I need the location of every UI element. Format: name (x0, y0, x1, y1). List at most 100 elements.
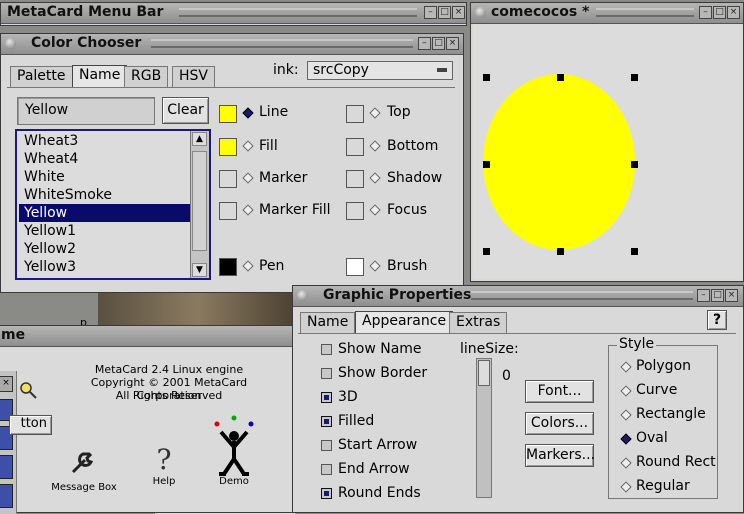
scroll-down-icon[interactable]: ▼ (192, 263, 207, 277)
graphic-properties-titlebar[interactable]: Graphic Properties – □ × (293, 286, 743, 307)
list-item[interactable]: Wheat3 (19, 132, 196, 150)
3d-checkbox[interactable] (321, 392, 332, 403)
magnifier-icon[interactable] (19, 381, 37, 399)
show-border-checkbox[interactable] (321, 368, 332, 379)
tab-name[interactable]: Name (72, 65, 128, 87)
show-name-label: Show Name (338, 341, 422, 357)
linesize-slider-thumb[interactable] (478, 360, 490, 386)
window-menu-icon[interactable] (5, 38, 16, 49)
window-menu-icon[interactable] (297, 290, 308, 301)
help-button[interactable]: ? Help (144, 444, 184, 494)
round-ends-label: Round Ends (338, 485, 421, 501)
bottom-color-swatch[interactable] (346, 138, 364, 156)
end-arrow-checkbox[interactable] (321, 464, 332, 475)
window-menu-icon[interactable] (475, 7, 486, 18)
comecocos-titlebar[interactable]: comecocos * – □ × (471, 3, 743, 24)
markers-button[interactable]: Markers... (525, 444, 595, 467)
about-title: me (1, 327, 26, 343)
close-icon[interactable]: × (725, 289, 738, 302)
graphic-properties-tabs: Name Appearance Extras (300, 311, 520, 334)
tab-hsv[interactable]: HSV (172, 66, 215, 87)
curve-label: Curve (636, 382, 678, 398)
list-item[interactable]: WhiteSmoke (19, 186, 196, 204)
tab-name[interactable]: Name (300, 312, 356, 333)
selection-handle[interactable] (483, 74, 490, 81)
color-chooser-titlebar[interactable]: Color Chooser – □ × (1, 34, 463, 55)
menu-bar-titlebar[interactable]: MetaCard Menu Bar – □ × (1, 3, 466, 24)
close-icon[interactable]: × (446, 37, 459, 50)
brush-color-swatch[interactable] (346, 258, 364, 276)
selection-handle[interactable] (631, 161, 638, 168)
tab-rgb[interactable]: RGB (124, 66, 169, 87)
color-chooser-title: Color Chooser (31, 35, 142, 51)
color-name-field[interactable]: Yellow (17, 97, 155, 125)
filled-checkbox[interactable] (321, 416, 332, 427)
start-arrow-checkbox[interactable] (321, 440, 332, 451)
about-titlebar[interactable]: me (0, 326, 293, 347)
list-item[interactable]: Yellow2 (19, 240, 196, 258)
color-list[interactable]: Wheat3 Wheat4 White WhiteSmoke Yellow Ye… (15, 129, 211, 280)
minimize-icon[interactable]: – (418, 37, 431, 50)
scroll-up-icon[interactable]: ▲ (192, 132, 207, 146)
selection-handle[interactable] (483, 161, 490, 168)
list-item[interactable]: Wheat4 (19, 150, 196, 168)
color-chooser-window: Color Chooser – □ × Palette Name RGB HSV… (0, 33, 464, 293)
selection-handle[interactable] (483, 248, 490, 255)
tab-extras[interactable]: Extras (449, 312, 508, 333)
demo-button[interactable]: Demo (204, 414, 264, 494)
pen-color-swatch[interactable] (219, 258, 237, 276)
close-icon[interactable]: × (0, 376, 13, 392)
close-icon[interactable]: × (452, 6, 465, 19)
marker-fill-color-swatch[interactable] (219, 202, 237, 220)
minimize-icon[interactable]: – (424, 6, 437, 19)
linesize-value: 0 (502, 368, 511, 384)
maximize-icon[interactable]: □ (713, 6, 726, 19)
ink-select[interactable]: srcCopy (307, 61, 453, 80)
top-color-swatch[interactable] (346, 105, 364, 123)
color-name-value: Yellow (25, 102, 69, 118)
tab-appearance[interactable]: Appearance (355, 311, 454, 333)
scroll-thumb[interactable] (192, 151, 207, 251)
top-label: Top (387, 104, 411, 120)
message-box-button[interactable]: Message Box (49, 444, 119, 494)
yellow-oval-graphic[interactable] (483, 74, 635, 250)
style-group-label: Style (617, 336, 657, 352)
fill-color-swatch[interactable] (219, 138, 237, 156)
round-ends-checkbox[interactable] (321, 488, 332, 499)
clear-button[interactable]: Clear (162, 97, 209, 124)
marker-color-swatch[interactable] (219, 170, 237, 188)
list-item[interactable]: White (19, 168, 196, 186)
regular-label: Regular (636, 478, 690, 494)
selection-handle[interactable] (557, 248, 564, 255)
focus-color-swatch[interactable] (346, 202, 364, 220)
font-button[interactable]: Font... (525, 380, 594, 403)
card-canvas[interactable] (473, 24, 741, 279)
list-item-selected[interactable]: Yellow (19, 204, 191, 222)
maximize-icon[interactable]: □ (432, 37, 445, 50)
maximize-icon[interactable]: □ (711, 289, 724, 302)
marker-label: Marker (259, 170, 308, 186)
minimize-icon[interactable]: – (697, 289, 710, 302)
list-item[interactable]: Yellow3 (19, 258, 196, 276)
selection-handle[interactable] (557, 74, 564, 81)
selection-handle[interactable] (631, 74, 638, 81)
tool-button[interactable] (0, 455, 13, 479)
comecocos-window: comecocos * – □ × (470, 2, 744, 282)
close-icon[interactable]: × (727, 6, 740, 19)
tool-button[interactable] (0, 484, 13, 508)
colors-button[interactable]: Colors... (525, 412, 594, 435)
shadow-color-swatch[interactable] (346, 170, 364, 188)
show-name-checkbox[interactable] (321, 344, 332, 355)
minimize-icon[interactable]: – (699, 6, 712, 19)
maximize-icon[interactable]: □ (438, 6, 451, 19)
linesize-slider[interactable] (476, 358, 492, 498)
selection-handle[interactable] (631, 248, 638, 255)
help-question-button[interactable]: ? (707, 310, 727, 330)
tab-palette[interactable]: Palette (10, 66, 73, 87)
list-item[interactable]: Yellow1 (19, 222, 196, 240)
about-line1: MetaCard 2.4 Linux engine (94, 363, 244, 376)
list-scrollbar[interactable]: ▲ ▼ (190, 131, 209, 278)
button-partial[interactable]: tton (9, 415, 52, 435)
about-line3: All Rights Reserved (115, 389, 223, 402)
line-color-swatch[interactable] (219, 105, 237, 123)
